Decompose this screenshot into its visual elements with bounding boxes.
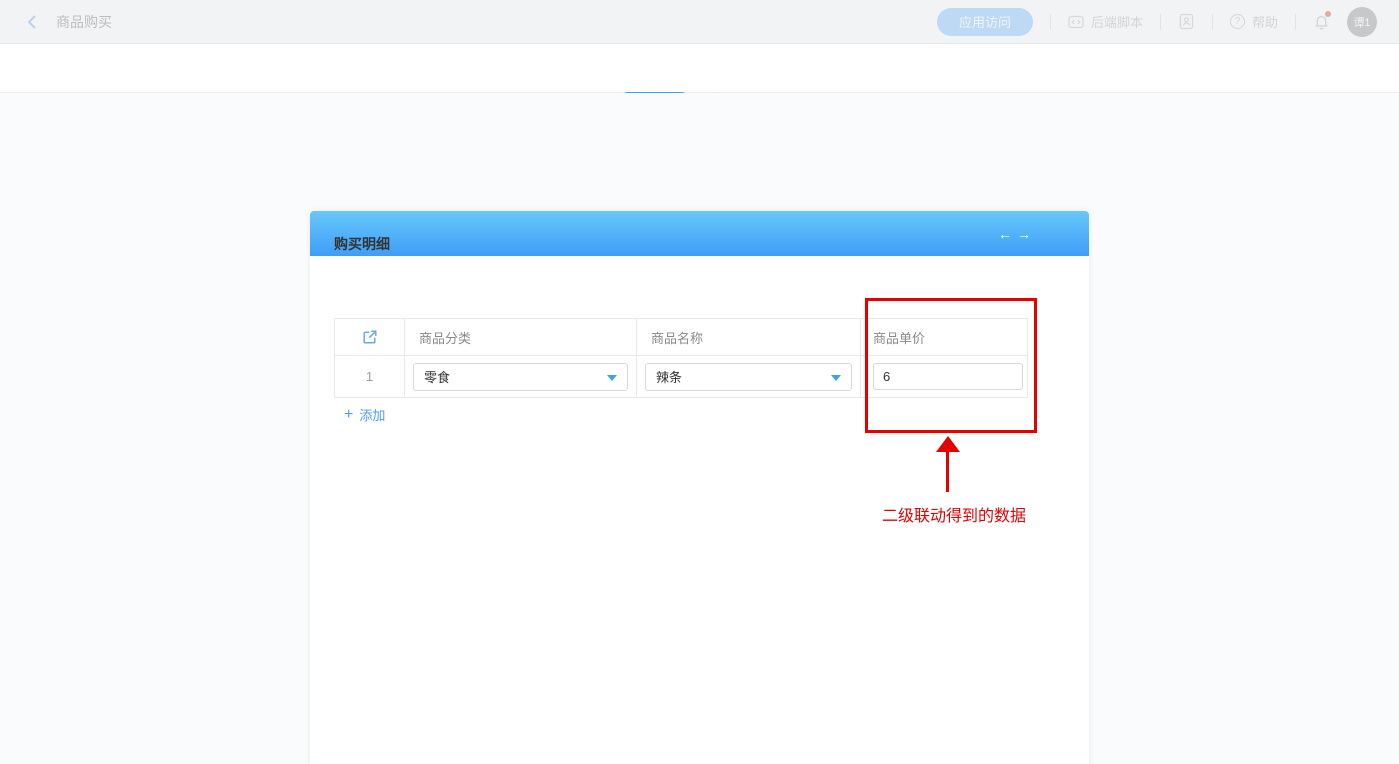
contacts-icon bbox=[1178, 13, 1195, 30]
screen: 商品购买 应用访问 后端脚本 ? 帮助 bbox=[0, 0, 1399, 764]
category-cell: 零食 bbox=[405, 356, 637, 397]
divider bbox=[1160, 14, 1161, 30]
back-chevron-icon[interactable] bbox=[24, 14, 40, 30]
app-title: 商品购买 bbox=[56, 12, 112, 32]
column-header-name: 商品名称 bbox=[637, 319, 861, 355]
add-row-label: 添加 bbox=[359, 405, 385, 424]
name-select[interactable]: 辣条 bbox=[645, 363, 852, 391]
help-icon: ? bbox=[1230, 14, 1245, 29]
top-app-bar: 商品购买 应用访问 后端脚本 ? 帮助 bbox=[0, 0, 1399, 44]
subform-title: 购买明细 bbox=[334, 234, 390, 254]
help-label: 帮助 bbox=[1252, 12, 1278, 31]
preview-toolbar: ✕ bbox=[0, 44, 1399, 93]
price-cell bbox=[861, 356, 1027, 397]
add-row-button[interactable]: + 添加 bbox=[344, 405, 385, 424]
name-cell: 辣条 bbox=[637, 356, 861, 397]
row-index-cell: 1 bbox=[335, 356, 405, 397]
name-select-value: 辣条 bbox=[656, 367, 682, 386]
column-header-category: 商品分类 bbox=[405, 319, 637, 355]
external-link-icon[interactable] bbox=[362, 329, 378, 345]
backend-script-button[interactable]: 后端脚本 bbox=[1068, 12, 1143, 31]
subform-table: 商品分类 商品名称 商品单价 1 零食 bbox=[334, 318, 1028, 398]
annotation-text: 二级联动得到的数据 bbox=[882, 502, 1026, 526]
notification-bell-icon[interactable] bbox=[1313, 13, 1330, 31]
next-arrow-icon[interactable]: → bbox=[1017, 226, 1031, 242]
category-select[interactable]: 零食 bbox=[413, 363, 628, 391]
expand-rows-cell bbox=[335, 319, 405, 355]
prev-arrow-icon[interactable]: ← bbox=[998, 226, 1012, 242]
plus-icon: + bbox=[344, 407, 353, 423]
divider bbox=[1212, 14, 1213, 30]
avatar[interactable]: 谭1 bbox=[1347, 7, 1377, 37]
contacts-button[interactable] bbox=[1178, 13, 1195, 30]
divider bbox=[1050, 14, 1051, 30]
pagination-arrows: ← → bbox=[998, 211, 1031, 256]
app-access-label: 应用访问 bbox=[959, 12, 1011, 31]
backend-script-label: 后端脚本 bbox=[1091, 12, 1143, 31]
chevron-down-icon bbox=[831, 375, 841, 381]
table-header-row: 商品分类 商品名称 商品单价 bbox=[335, 319, 1027, 355]
code-icon bbox=[1068, 14, 1084, 30]
column-header-price: 商品单价 bbox=[861, 319, 1027, 355]
table-row: 1 零食 辣条 bbox=[335, 355, 1027, 397]
form-card: ← → 购买明细 商品分类 商品名称 商品单价 bbox=[310, 211, 1089, 764]
row-index: 1 bbox=[366, 369, 373, 384]
category-select-value: 零食 bbox=[424, 367, 450, 386]
annotation-arrow-line bbox=[946, 450, 949, 492]
help-button[interactable]: ? 帮助 bbox=[1230, 12, 1278, 31]
divider bbox=[1295, 14, 1296, 30]
app-access-button[interactable]: 应用访问 bbox=[937, 8, 1033, 36]
form-card-header: ← → bbox=[310, 211, 1089, 256]
chevron-down-icon bbox=[607, 375, 617, 381]
notification-dot bbox=[1325, 11, 1331, 17]
preview-area: ← → 购买明细 商品分类 商品名称 商品单价 bbox=[0, 93, 1399, 764]
price-input[interactable] bbox=[873, 363, 1023, 390]
